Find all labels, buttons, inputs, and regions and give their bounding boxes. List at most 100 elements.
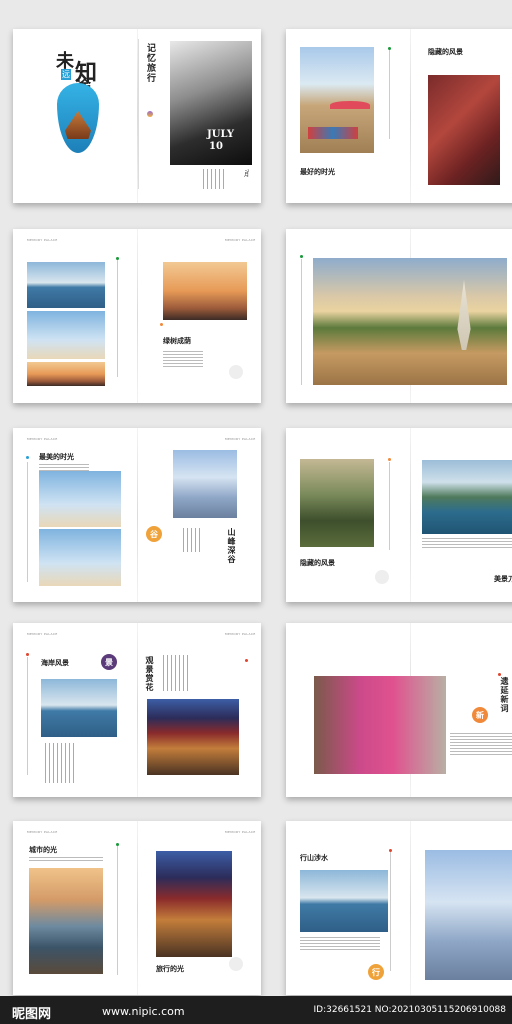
photo-beach-evening [27, 262, 105, 308]
cover-month: JULY [207, 129, 234, 140]
spread-fold [137, 428, 138, 602]
accent-dot [388, 458, 391, 461]
photo-colonial-church [425, 850, 512, 980]
cover-day: 10 [209, 141, 223, 152]
accent-dot-orange [160, 323, 163, 326]
accent-dot [498, 673, 501, 676]
spread-fold [410, 821, 411, 995]
spread-6: 隐藏的风景 美景刀 [286, 428, 512, 602]
photo-pink-wall-street [314, 676, 446, 774]
vertical-title: 遗延新词 [500, 677, 510, 713]
badge-xing: 行 [368, 964, 384, 980]
right-paragraph [422, 538, 512, 550]
accent-line [389, 49, 390, 139]
accent-dot-red [245, 659, 248, 662]
spread-5: MEMORY PALACE MEMORY PALACE 最美的时光 谷 山峰深谷 [13, 428, 261, 602]
page-header: MEMORY PALACE [27, 830, 58, 834]
watermark-footer: 昵图网 www.nipic.com ID:32661521 NO:2021030… [0, 996, 512, 1024]
photo-harbor [27, 362, 105, 386]
right-paragraph [450, 733, 512, 757]
accent-line [27, 462, 28, 582]
spread-7: MEMORY PALACE MEMORY PALACE 海岸风景 景 观景赏花 [13, 623, 261, 797]
right-paragraph [163, 351, 203, 369]
photo-beach-umbrella [300, 47, 374, 153]
beanbags [308, 127, 358, 139]
spread-cover: 未 知 远 途 记忆旅行 JULY 10 7月 [13, 29, 261, 203]
spread-4 [286, 229, 512, 403]
left-text-columns [45, 743, 74, 783]
left-paragraph [29, 857, 103, 863]
badge-xin: 新 [472, 707, 488, 723]
accent-dot [116, 257, 119, 260]
cover-text-columns [203, 169, 224, 189]
photo-rocky-island [300, 870, 388, 932]
photo-beach-panorama [313, 258, 507, 385]
left-title: 隐藏的风景 [300, 558, 335, 567]
left-paragraph [300, 937, 380, 952]
spread-3: MEMORY PALACE MEMORY PALACE 绿树成荫 [13, 229, 261, 403]
photo-red-building [428, 75, 500, 185]
right-title: 旅行的光 [156, 964, 184, 973]
page-header-right: MEMORY PALACE [225, 830, 256, 834]
left-title: 海岸风景 [41, 658, 69, 667]
vertical-text-columns [183, 528, 200, 552]
spread-2: 最好的时光 隐藏的风景 [286, 29, 512, 203]
accent-dot [300, 255, 303, 258]
photo-city-tower [27, 311, 105, 359]
photo-pool-palms [39, 529, 121, 586]
cover-accent-dot [147, 111, 153, 117]
left-title: 最美的时光 [39, 452, 74, 461]
page-header-right: MEMORY PALACE [225, 632, 256, 636]
accent-line [117, 845, 118, 975]
page-header-right: MEMORY PALACE [225, 238, 256, 242]
sailboat-icon [65, 111, 91, 139]
photo-colonial-building [173, 450, 237, 518]
accent-line [389, 462, 390, 550]
right-text-columns [163, 655, 188, 691]
photo-village-plants [300, 459, 374, 547]
spread-fold [410, 428, 411, 602]
umbrella-shape [330, 101, 370, 109]
parasol-shape [457, 280, 471, 350]
right-title: 美景刀 [494, 574, 512, 583]
spread-fold [137, 229, 138, 403]
spread-8: 遗延新词 新 [286, 623, 512, 797]
accent-dot [26, 653, 29, 656]
image-id: ID:32661521 NO:20210305115206910088 [313, 1005, 507, 1015]
cover-title-yuan: 远 [61, 69, 71, 80]
spread-fold [137, 821, 138, 995]
page-number-circle [229, 365, 243, 379]
right-title: 绿树成荫 [163, 336, 191, 345]
site-logo: 昵图网 [12, 1007, 52, 1022]
photo-prayer-flags [147, 699, 239, 775]
left-title: 城市的光 [29, 845, 57, 854]
page-header: MEMORY PALACE [27, 238, 58, 242]
badge-gu: 谷 [146, 526, 162, 542]
accent-dot [389, 849, 392, 852]
page-number-circle [229, 957, 243, 971]
accent-line [117, 257, 118, 377]
accent-dot [116, 843, 119, 846]
page-header: MEMORY PALACE [27, 437, 58, 441]
left-title: 行山涉水 [300, 853, 328, 862]
page-header-right: MEMORY PALACE [225, 437, 256, 441]
badge-jing: 景 [101, 654, 117, 670]
photo-coast-waves [41, 679, 117, 737]
site-url: www.nipic.com [102, 1005, 185, 1018]
photo-temple-gate [156, 851, 232, 957]
vertical-title: 山峰深谷 [227, 528, 237, 564]
spread-fold [410, 29, 411, 203]
spread-9: MEMORY PALACE MEMORY PALACE 城市的光 旅行的光 [13, 821, 261, 995]
cover-vertical-title: 记忆旅行 [145, 43, 155, 83]
cover-drop-illustration [57, 83, 99, 153]
vertical-title: 观景赏花 [145, 656, 155, 692]
cover-date-label: 7月 [243, 169, 249, 178]
accent-line [27, 657, 28, 775]
right-title: 隐藏的风景 [428, 47, 463, 56]
cover-divider [138, 39, 139, 189]
photo-lake-island [422, 460, 512, 534]
accent-dot [388, 47, 391, 50]
page-number-circle [375, 570, 389, 584]
photo-sunset-beach [163, 262, 247, 320]
spread-10: 行山涉水 行 [286, 821, 512, 995]
